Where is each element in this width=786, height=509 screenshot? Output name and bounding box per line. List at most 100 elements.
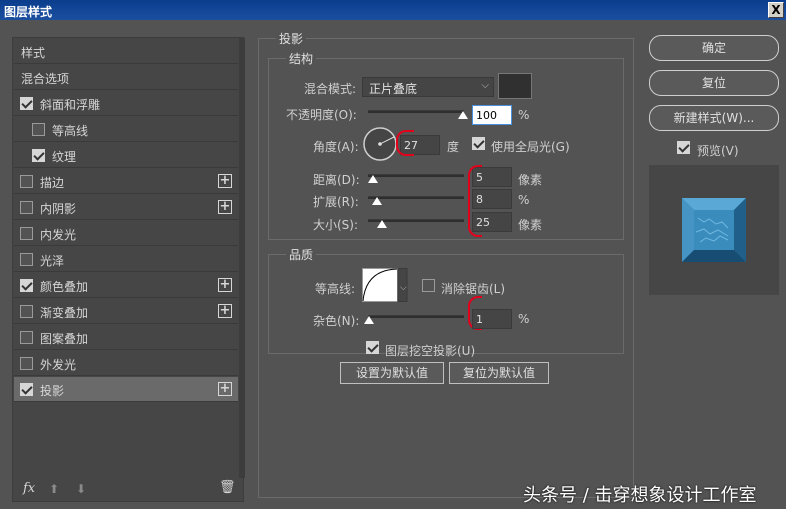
opacity-label: 不透明度(O):	[286, 108, 357, 122]
style-item-label: 图案叠加	[40, 332, 89, 346]
distance-slider[interactable]	[368, 174, 464, 177]
style-item-pattern-overlay[interactable]: 图案叠加	[14, 325, 238, 350]
style-item-outer-glow[interactable]: 外发光	[14, 351, 238, 376]
style-item-contour[interactable]: 等高线	[14, 117, 238, 142]
opacity-slider-thumb[interactable]	[458, 111, 468, 119]
noise-unit: %	[518, 312, 530, 326]
quality-group	[268, 254, 624, 354]
style-checkbox[interactable]	[20, 383, 33, 396]
ok-button[interactable]: 确定	[649, 35, 779, 61]
size-slider-thumb[interactable]	[377, 220, 387, 228]
add-instance-icon[interactable]: +	[218, 304, 232, 318]
style-item-label: 内阴影	[40, 202, 77, 216]
opacity-slider[interactable]	[368, 110, 464, 113]
knockout-checkbox[interactable]	[366, 341, 379, 354]
layer-style-dialog: 样式混合选项斜面和浮雕等高线纹理描边 + 内阴影 + 内发光光泽颜色叠加 + 渐变叠加 + 图案…	[0, 20, 786, 509]
style-item-label: 描边	[40, 176, 65, 190]
style-checkbox[interactable]	[20, 331, 33, 344]
style-item-label: 样式	[21, 46, 46, 60]
anti-alias-checkbox[interactable]	[422, 279, 435, 292]
move-down-icon[interactable]: ⬇	[76, 482, 86, 496]
global-light-label: 使用全局光(G)	[491, 140, 570, 154]
style-checkbox[interactable]	[20, 357, 33, 370]
style-item-texture[interactable]: 纹理	[14, 143, 238, 168]
style-item-label: 颜色叠加	[40, 280, 89, 294]
close-icon[interactable]: X	[768, 2, 784, 18]
style-item-bevel-emboss[interactable]: 斜面和浮雕	[14, 91, 238, 116]
preview-tile	[682, 198, 746, 262]
style-item-inner-shadow[interactable]: 内阴影 +	[14, 195, 238, 220]
style-checkbox[interactable]	[32, 123, 45, 136]
global-light-checkbox[interactable]	[472, 137, 485, 150]
style-item-inner-glow[interactable]: 内发光	[14, 221, 238, 246]
styles-list-panel: 样式混合选项斜面和浮雕等高线纹理描边 + 内阴影 + 内发光光泽颜色叠加 + 渐变叠加 + 图案…	[12, 37, 245, 502]
contour-picker[interactable]: ⌵	[362, 268, 408, 302]
shadow-color-swatch[interactable]	[498, 73, 532, 99]
blend-mode-select[interactable]: 正片叠底 ⌵	[362, 77, 494, 97]
quality-title: 品质	[286, 246, 317, 263]
style-item-label: 混合选项	[21, 72, 70, 86]
style-item-label: 光泽	[40, 254, 65, 268]
annotation-mark-angle	[396, 130, 414, 156]
noise-slider-thumb[interactable]	[364, 316, 374, 324]
spread-unit: %	[518, 193, 530, 207]
style-checkbox[interactable]	[20, 305, 33, 318]
style-checkbox[interactable]	[20, 227, 33, 240]
make-default-button[interactable]: 设置为默认值	[340, 362, 444, 384]
style-checkbox[interactable]	[20, 201, 33, 214]
distance-slider-thumb[interactable]	[368, 175, 378, 183]
style-item-gradient-overlay[interactable]: 渐变叠加 +	[14, 299, 238, 324]
distance-unit: 像素	[518, 173, 543, 187]
style-checkbox[interactable]	[32, 149, 45, 162]
angle-label: 角度(A):	[313, 140, 359, 154]
title-bar: 图层样式 X	[0, 0, 786, 20]
style-item-blending-options[interactable]: 混合选项	[14, 65, 238, 90]
new-style-button[interactable]: 新建样式(W)...	[649, 105, 779, 131]
distance-label: 距离(D):	[313, 173, 360, 187]
style-item-styles[interactable]: 样式	[14, 39, 238, 64]
style-checkbox[interactable]	[20, 97, 33, 110]
anti-alias-label: 消除锯齿(L)	[441, 282, 506, 296]
style-checkbox[interactable]	[20, 253, 33, 266]
fx-icon[interactable]: fx	[23, 481, 35, 496]
style-checkbox[interactable]	[20, 175, 33, 188]
noise-input[interactable]: 1	[472, 309, 512, 329]
spread-slider-thumb[interactable]	[372, 197, 382, 205]
knockout-label: 图层挖空投影(U)	[385, 344, 476, 358]
style-item-label: 投影	[40, 384, 65, 398]
watermark-text: 头条号 / 击穿想象设计工作室	[523, 485, 757, 506]
style-item-drop-shadow[interactable]: 投影 +	[14, 377, 238, 402]
style-item-label: 等高线	[52, 124, 89, 138]
style-item-label: 渐变叠加	[40, 306, 89, 320]
svg-text:⌵: ⌵	[400, 283, 407, 293]
styles-list-scrollbar[interactable]	[239, 38, 245, 478]
angle-unit: 度	[447, 140, 460, 154]
window-title: 图层样式	[4, 5, 53, 19]
blend-mode-label: 混合模式:	[304, 82, 357, 96]
drop-shadow-title: 投影	[276, 30, 307, 47]
move-up-icon[interactable]: ⬆	[49, 482, 59, 496]
angle-dial[interactable]	[362, 126, 398, 162]
style-item-stroke[interactable]: 描边 +	[14, 169, 238, 194]
add-instance-icon[interactable]: +	[218, 200, 232, 214]
structure-title: 结构	[286, 50, 317, 67]
style-item-satin[interactable]: 光泽	[14, 247, 238, 272]
reset-default-button[interactable]: 复位为默认值	[449, 362, 549, 384]
opacity-input[interactable]: 100	[472, 105, 512, 125]
style-item-color-overlay[interactable]: 颜色叠加 +	[14, 273, 238, 298]
spread-slider[interactable]	[368, 196, 464, 199]
preview-checkbox[interactable]	[677, 141, 690, 154]
opacity-unit: %	[518, 108, 530, 122]
add-instance-icon[interactable]: +	[218, 174, 232, 188]
preview-label: 预览(V)	[697, 144, 739, 158]
noise-slider[interactable]	[368, 315, 464, 318]
blend-mode-value: 正片叠底	[369, 82, 418, 96]
chevron-down-icon: ⌵	[481, 80, 489, 91]
style-item-label: 纹理	[52, 150, 77, 164]
add-instance-icon[interactable]: +	[218, 382, 232, 396]
reset-button[interactable]: 复位	[649, 70, 779, 96]
style-checkbox[interactable]	[20, 279, 33, 292]
style-item-label: 内发光	[40, 228, 77, 242]
trash-icon[interactable]: 🗑	[219, 480, 236, 495]
add-instance-icon[interactable]: +	[218, 278, 232, 292]
